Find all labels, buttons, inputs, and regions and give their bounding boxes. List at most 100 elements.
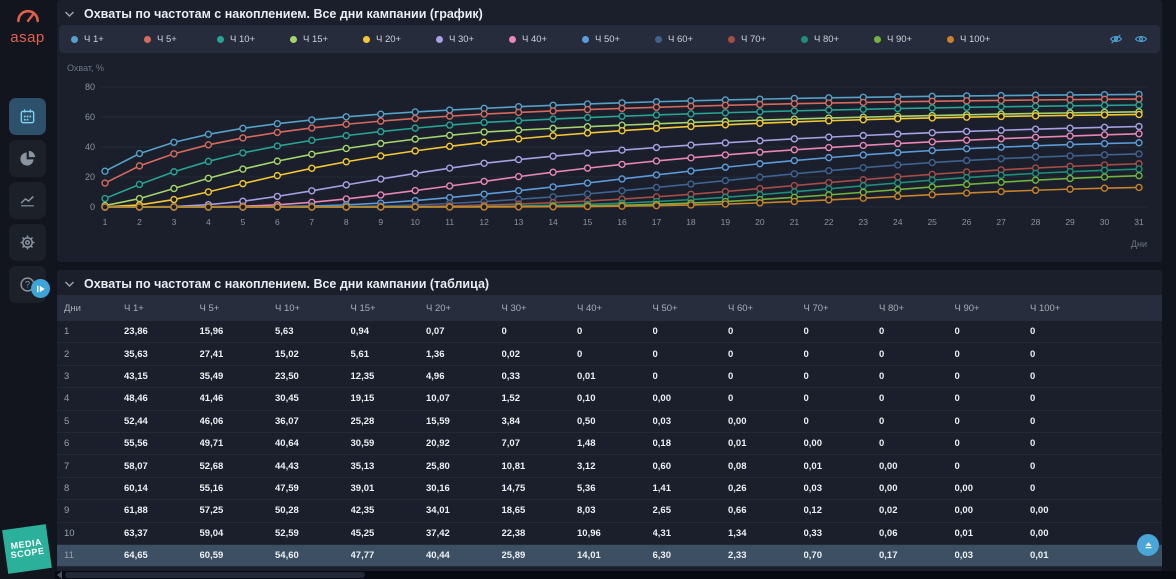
sidebar-item-settings[interactable] <box>9 224 46 261</box>
table-row[interactable]: 1164,6560,5954,6047,7740,4425,8914,016,3… <box>57 545 1162 567</box>
value-cell: 0 <box>653 349 729 360</box>
value-cell: 27,41 <box>200 349 276 360</box>
sidebar-item-trends[interactable] <box>9 182 46 219</box>
value-cell: 35,49 <box>200 371 276 382</box>
value-cell: 60,14 <box>124 483 200 494</box>
value-cell: 35,63 <box>124 349 200 360</box>
value-cell: 0 <box>502 326 578 337</box>
legend-label: Ч 50+ <box>595 34 620 45</box>
value-cell: 52,68 <box>200 461 276 472</box>
legend-item[interactable]: Ч 100+ <box>947 34 1020 45</box>
value-cell: 0,00 <box>879 461 955 472</box>
legend-item[interactable]: Ч 15+ <box>290 34 363 45</box>
value-cell: 3,84 <box>502 416 578 427</box>
reach-line-chart[interactable]: Охват, %02040608012345678910111213141516… <box>57 57 1162 257</box>
table-header-row: ДниЧ 1+Ч 5+Ч 10+Ч 15+Ч 20+Ч 30+Ч 40+Ч 50… <box>57 295 1162 321</box>
legend-item[interactable]: Ч 20+ <box>363 34 436 45</box>
legend-label: Ч 10+ <box>230 34 255 45</box>
legend-color-dot <box>874 36 881 43</box>
legend-item[interactable]: Ч 40+ <box>509 34 582 45</box>
day-cell: 11 <box>57 550 124 561</box>
value-cell: 0,01 <box>1030 550 1106 561</box>
show-all-series-button[interactable] <box>1134 33 1148 45</box>
svg-text:12: 12 <box>479 217 489 227</box>
legend-item[interactable]: Ч 60+ <box>655 34 728 45</box>
legend-color-dot <box>217 36 224 43</box>
table-row[interactable]: 343,1535,4923,5012,354,960,330,01000000 <box>57 366 1162 388</box>
floating-action-button[interactable] <box>1137 534 1159 556</box>
value-cell: 0 <box>1030 326 1106 337</box>
svg-text:60: 60 <box>85 112 95 122</box>
table-row[interactable]: 123,8615,965,630,940,0700000000 <box>57 321 1162 343</box>
legend-color-dot <box>947 36 954 43</box>
legend-item[interactable]: Ч 30+ <box>436 34 509 45</box>
day-cell: 6 <box>57 438 124 449</box>
scrollbar-thumb[interactable] <box>65 572 365 578</box>
value-cell: 0 <box>577 326 653 337</box>
legend-item[interactable]: Ч 5+ <box>144 34 217 45</box>
settings-gear-icon <box>19 234 36 251</box>
svg-text:16: 16 <box>617 217 627 227</box>
svg-text:?: ? <box>25 280 30 290</box>
table-row[interactable]: 552,4446,0636,0725,2815,593,840,500,030,… <box>57 411 1162 433</box>
value-cell: 42,35 <box>351 505 427 516</box>
table-row[interactable]: 655,5649,7140,6430,5920,927,071,480,180,… <box>57 433 1162 455</box>
horizontal-scrollbar[interactable] <box>55 571 1176 579</box>
table-row[interactable]: 235,6327,4115,025,611,360,020000000 <box>57 343 1162 365</box>
legend-item[interactable]: Ч 80+ <box>801 34 874 45</box>
day-cell: 10 <box>57 528 124 539</box>
value-cell: 61,88 <box>124 505 200 516</box>
value-cell: 30,16 <box>426 483 502 494</box>
chevron-down-icon[interactable] <box>64 10 75 18</box>
svg-text:23: 23 <box>859 217 869 227</box>
scroll-left-arrow-icon[interactable] <box>57 571 62 579</box>
value-cell: 0 <box>1030 461 1106 472</box>
value-cell: 5,63 <box>275 326 351 337</box>
column-header: Ч 15+ <box>351 303 427 314</box>
legend-label: Ч 100+ <box>960 34 990 45</box>
legend-item[interactable]: Ч 90+ <box>874 34 947 45</box>
value-cell: 1,34 <box>728 528 804 539</box>
column-header: Ч 20+ <box>426 303 502 314</box>
legend-label: Ч 30+ <box>449 34 474 45</box>
hide-all-series-button[interactable] <box>1109 33 1123 45</box>
value-cell: 30,59 <box>351 438 427 449</box>
legend-item[interactable]: Ч 50+ <box>582 34 655 45</box>
svg-text:15: 15 <box>583 217 593 227</box>
legend-label: Ч 70+ <box>741 34 766 45</box>
svg-text:29: 29 <box>1065 217 1075 227</box>
table-panel-header: Охваты по частотам с накоплением. Все дн… <box>57 270 1162 296</box>
value-cell: 3,12 <box>577 461 653 472</box>
table-row[interactable]: 860,1455,1647,5939,0130,1614,755,361,410… <box>57 478 1162 500</box>
day-cell: 7 <box>57 461 124 472</box>
column-header: Дни <box>57 303 124 314</box>
table-row[interactable]: 961,8857,2550,2842,3534,0118,658,032,650… <box>57 500 1162 522</box>
legend-color-dot <box>509 36 516 43</box>
value-cell: 15,02 <box>275 349 351 360</box>
value-cell: 0 <box>804 349 880 360</box>
sidebar-expand-button[interactable] <box>31 279 50 298</box>
value-cell: 55,56 <box>124 438 200 449</box>
value-cell: 0 <box>728 349 804 360</box>
svg-text:22: 22 <box>824 217 834 227</box>
table-row[interactable]: 758,0752,6844,4335,1325,8010,813,120,600… <box>57 455 1162 477</box>
value-cell: 0 <box>804 371 880 382</box>
legend-item[interactable]: Ч 10+ <box>217 34 290 45</box>
legend-item[interactable]: Ч 1+ <box>71 34 144 45</box>
legend-item[interactable]: Ч 70+ <box>728 34 801 45</box>
svg-text:11: 11 <box>445 217 454 227</box>
svg-text:24: 24 <box>893 217 903 227</box>
sidebar-item-calendar[interactable] <box>9 98 46 135</box>
table-row[interactable]: 1063,3759,0452,5945,2537,4222,3810,964,3… <box>57 523 1162 545</box>
table-row[interactable]: 448,4641,4630,4519,1510,071,520,100,0000… <box>57 388 1162 410</box>
chevron-down-icon[interactable] <box>64 280 75 288</box>
asap-logo[interactable]: asap <box>0 8 55 46</box>
svg-text:Охват, %: Охват, % <box>67 63 104 73</box>
value-cell: 0,08 <box>728 461 804 472</box>
value-cell: 0,60 <box>653 461 729 472</box>
column-header: Ч 80+ <box>879 303 955 314</box>
value-cell: 0,00 <box>955 483 1031 494</box>
svg-text:Дни: Дни <box>1131 239 1147 249</box>
sidebar-item-pie-report[interactable] <box>9 140 46 177</box>
value-cell: 0,50 <box>577 416 653 427</box>
